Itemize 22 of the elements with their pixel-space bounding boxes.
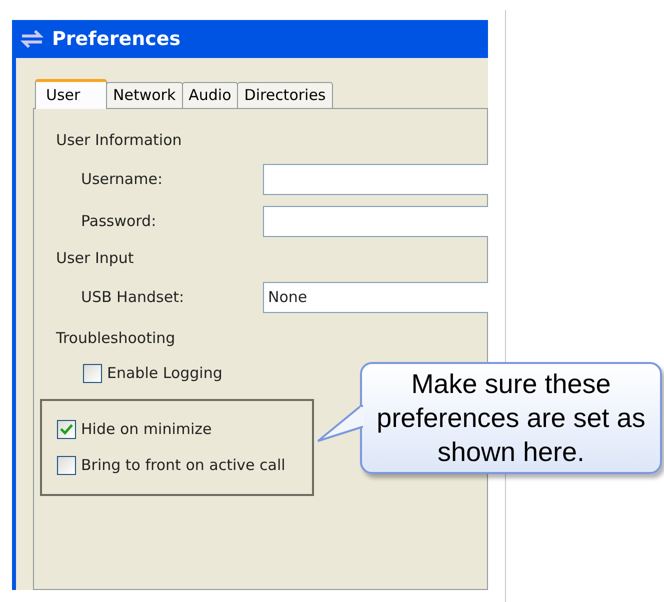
- checkbox[interactable]: [83, 364, 102, 382]
- tab[interactable]: Network: [106, 82, 183, 108]
- tab[interactable]: Directories: [237, 82, 333, 108]
- field-label: Password:: [81, 210, 158, 232]
- dropdown[interactable]: None: [263, 282, 488, 312]
- app-icon: [20, 29, 44, 49]
- field-label: USB Handset:: [81, 286, 186, 308]
- checkbox[interactable]: [57, 456, 76, 475]
- input-field[interactable]: [263, 206, 488, 236]
- section-heading: User Input: [55, 248, 135, 269]
- window-title: Preferences: [52, 26, 181, 52]
- input-field[interactable]: [263, 164, 488, 194]
- checkbox-label: Hide on minimize: [81, 419, 212, 440]
- section-heading: User Information: [55, 130, 183, 151]
- tab[interactable]: User: [35, 79, 107, 109]
- callout-text: Make sure these preferences are set as shown here.: [376, 368, 646, 469]
- field-label: Username:: [81, 168, 164, 190]
- checkbox-label: Bring to front on active call: [81, 455, 286, 476]
- checkbox-label: Enable Logging: [107, 362, 222, 384]
- tab[interactable]: Audio: [182, 82, 238, 108]
- section-heading: Troubleshooting: [55, 328, 176, 349]
- checkbox[interactable]: [57, 420, 76, 439]
